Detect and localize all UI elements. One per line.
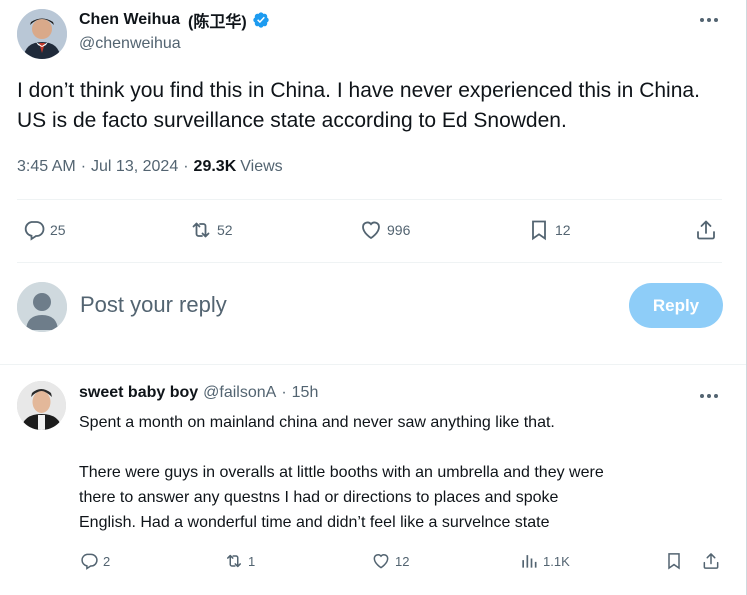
meta-separator: · bbox=[183, 158, 189, 175]
reply-author-name[interactable]: sweet baby boy bbox=[79, 384, 198, 402]
reply-line: there to answer any questns I had or dir… bbox=[79, 489, 559, 506]
reply-separator: · bbox=[281, 384, 287, 401]
tweet-time[interactable]: 3:45 AM bbox=[17, 158, 76, 176]
share-button[interactable] bbox=[694, 218, 718, 242]
tweet-text: I don’t think you find this in China. I … bbox=[17, 79, 700, 132]
reply-actions: 2 1 12 1.1K bbox=[79, 551, 729, 575]
views-label: Views bbox=[240, 158, 283, 175]
reply-time[interactable]: 15h bbox=[292, 384, 319, 402]
repost-icon bbox=[192, 222, 210, 238]
tweet-actions: 25 52 996 12 bbox=[17, 218, 722, 246]
like-count: 996 bbox=[387, 222, 411, 238]
author-avatar[interactable] bbox=[17, 9, 67, 59]
reply-like-count: 12 bbox=[395, 553, 410, 569]
reply-icon bbox=[24, 221, 45, 241]
share-icon bbox=[697, 220, 715, 240]
repost-button[interactable]: 52 bbox=[189, 218, 233, 242]
reply-repost-button[interactable]: 1 bbox=[224, 551, 255, 571]
like-icon bbox=[373, 554, 389, 569]
reply-input[interactable]: Post your reply bbox=[80, 292, 227, 318]
reply-submit-button[interactable]: Reply bbox=[629, 283, 723, 328]
reply-views-button[interactable]: 1.1K bbox=[519, 551, 570, 571]
reply-like-button[interactable]: 12 bbox=[371, 551, 409, 571]
tweet-thread: Chen Weihua (陈卫华) @chenweihua I don’t th… bbox=[0, 0, 747, 595]
reply-icon bbox=[81, 553, 98, 570]
reply-line: There were guys in overalls at little bo… bbox=[79, 464, 604, 481]
author-name[interactable]: Chen Weihua bbox=[79, 11, 180, 29]
meta-separator: · bbox=[80, 158, 87, 175]
reply-repost-count: 1 bbox=[248, 553, 256, 569]
reply-header: sweet baby boy @failsonA · 15h bbox=[79, 384, 318, 402]
user-avatar[interactable] bbox=[17, 282, 67, 332]
reply-paragraph: Spent a month on mainland china and neve… bbox=[79, 414, 555, 431]
bookmark-count: 12 bbox=[555, 222, 571, 238]
reply-button[interactable]: 25 bbox=[22, 218, 66, 242]
verified-icon bbox=[253, 12, 269, 28]
views-count: 29.3K bbox=[193, 158, 237, 175]
reply-text: Spent a month on mainland china and neve… bbox=[79, 410, 729, 535]
reply-count: 25 bbox=[50, 222, 66, 238]
bookmark-icon bbox=[668, 553, 680, 570]
divider bbox=[17, 262, 722, 263]
like-icon bbox=[362, 221, 380, 240]
share-icon bbox=[703, 553, 719, 569]
reply-line: English. Had a wonderful time and didn’t… bbox=[79, 514, 550, 531]
reply-reply-button[interactable]: 2 bbox=[79, 551, 110, 571]
divider bbox=[17, 199, 722, 200]
author-handle[interactable]: @chenweihua bbox=[79, 35, 181, 53]
views-icon bbox=[522, 555, 537, 568]
reply-author-avatar[interactable] bbox=[17, 381, 66, 430]
tweet-date[interactable]: Jul 13, 2024 bbox=[91, 158, 178, 176]
reply-author-handle[interactable]: @failsonA bbox=[203, 384, 276, 402]
bookmark-icon bbox=[532, 220, 546, 241]
author-name-row[interactable]: Chen Weihua (陈卫华) bbox=[79, 9, 270, 31]
more-icon[interactable] bbox=[698, 386, 720, 406]
divider bbox=[0, 364, 746, 365]
reply-reply-count: 2 bbox=[103, 553, 111, 569]
repost-icon bbox=[227, 554, 241, 568]
reply-share-button[interactable] bbox=[701, 551, 721, 571]
more-icon[interactable] bbox=[698, 10, 720, 30]
repost-count: 52 bbox=[217, 222, 233, 238]
reply-bookmark-button[interactable] bbox=[664, 551, 684, 571]
like-button[interactable]: 996 bbox=[359, 218, 410, 242]
bookmark-button[interactable]: 12 bbox=[527, 218, 571, 242]
tweet-meta: 3:45 AM · Jul 13, 2024 · 29.3K Views bbox=[17, 158, 283, 176]
reply-views-count: 1.1K bbox=[543, 553, 570, 569]
author-name-chinese[interactable]: (陈卫华) bbox=[188, 8, 247, 32]
